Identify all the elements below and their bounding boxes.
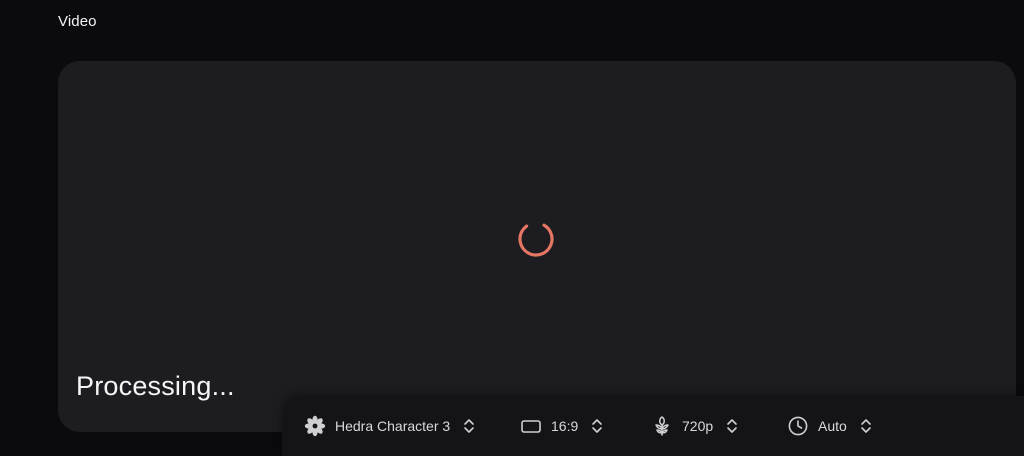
rectangle-icon bbox=[520, 415, 542, 437]
resolution-label: 720p bbox=[682, 418, 714, 434]
chevron-up-down-icon bbox=[590, 416, 604, 436]
aspect-ratio-label: 16:9 bbox=[551, 418, 579, 434]
clock-icon bbox=[787, 415, 809, 437]
flower-icon bbox=[304, 415, 326, 437]
loading-spinner-icon bbox=[518, 221, 554, 257]
chevron-up-down-icon bbox=[462, 416, 476, 436]
plant-icon bbox=[651, 415, 673, 437]
section-title: Video bbox=[58, 13, 97, 30]
video-generation-view: Video Processing... Hedra Character 3 16… bbox=[0, 0, 1024, 456]
chevron-up-down-icon bbox=[725, 416, 739, 436]
video-preview-panel: Processing... bbox=[58, 61, 1016, 432]
aspect-ratio-selector[interactable]: 16:9 bbox=[520, 396, 604, 456]
processing-status-text: Processing... bbox=[76, 371, 235, 401]
generation-settings-toolbar: Hedra Character 3 16:9 720p Auto bbox=[282, 396, 1024, 456]
model-selector[interactable]: Hedra Character 3 bbox=[304, 396, 476, 456]
duration-selector[interactable]: Auto bbox=[787, 396, 873, 456]
resolution-selector[interactable]: 720p bbox=[651, 396, 739, 456]
chevron-up-down-icon bbox=[859, 416, 873, 436]
duration-label: Auto bbox=[818, 418, 847, 434]
model-selector-label: Hedra Character 3 bbox=[335, 418, 451, 434]
